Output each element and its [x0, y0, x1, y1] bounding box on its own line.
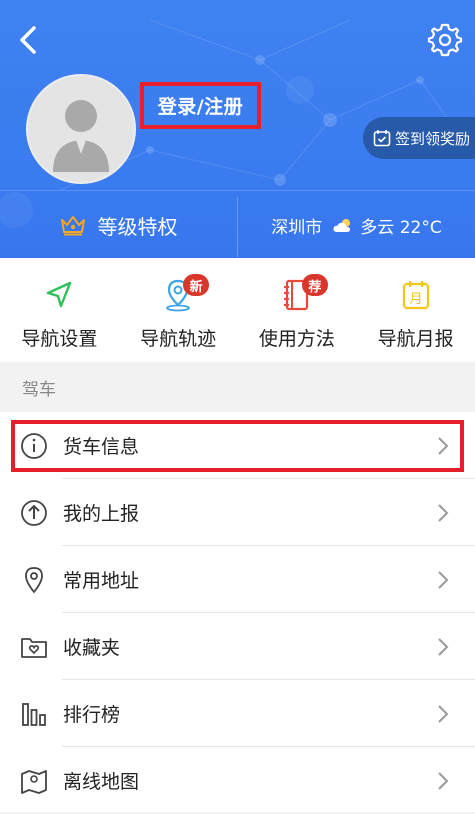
section-title-driving: 驾车	[0, 362, 475, 412]
driving-menu-list: 货车信息 我的上报 常用地址 收藏夹 排行榜 离线地图	[0, 412, 475, 812]
user-silhouette-icon	[53, 100, 109, 172]
header-info-bar: 等级特权 深圳市 多云 22°C	[0, 190, 475, 258]
quick-action-monthly-report[interactable]: 月 导航月报	[356, 258, 475, 362]
quick-action-label: 导航设置	[21, 328, 98, 350]
chevron-right-icon	[438, 437, 449, 455]
back-button[interactable]	[12, 22, 46, 58]
offline-map-icon	[21, 769, 47, 794]
quick-icon-wrap	[42, 278, 76, 312]
crown-icon	[60, 216, 85, 236]
profile-header: 登录/注册 签到领奖励 等级特权 深圳市 多云 22°C	[0, 0, 475, 258]
back-arrow-icon	[20, 26, 36, 54]
menu-item-label: 排行榜	[63, 704, 121, 726]
calendar-icon: 月	[402, 281, 429, 310]
menu-item-my-reports[interactable]: 我的上报	[0, 479, 475, 546]
chevron-right-icon	[438, 705, 449, 723]
checkin-reward-button[interactable]: 签到领奖励	[363, 117, 475, 159]
quick-icon-wrap: 荐	[280, 274, 328, 312]
new-badge: 新	[183, 274, 210, 296]
checkin-reward-label: 签到领奖励	[395, 129, 471, 148]
quick-action-label: 使用方法	[258, 328, 335, 350]
menu-item-label: 常用地址	[63, 570, 140, 592]
quick-action-label: 导航月报	[377, 328, 454, 350]
upload-arrow-icon	[21, 499, 47, 526]
weather-label: 多云 22°C	[360, 217, 442, 238]
menu-item-truck-info[interactable]: 货车信息	[0, 412, 475, 479]
map-pin-icon	[25, 566, 43, 593]
quick-action-label: 导航轨迹	[140, 328, 217, 350]
recommended-badge: 荐	[301, 274, 328, 296]
cloudy-icon	[333, 219, 351, 232]
info-circle-icon	[21, 432, 47, 459]
city-label: 深圳市	[271, 217, 323, 238]
menu-item-favorites[interactable]: 收藏夹	[0, 613, 475, 680]
gear-icon	[427, 23, 463, 57]
vip-privileges-button[interactable]: 等级特权	[0, 191, 237, 258]
avatar[interactable]	[26, 74, 136, 184]
ranking-bars-icon	[22, 702, 46, 726]
settings-button[interactable]	[425, 20, 465, 60]
quick-icon-wrap: 月	[399, 278, 433, 312]
quick-action-usage-guide[interactable]: 荐 使用方法	[238, 258, 357, 362]
quick-action-nav-settings[interactable]: 导航设置	[0, 258, 119, 362]
quick-icon-wrap: 新	[161, 274, 210, 312]
menu-item-label: 我的上报	[63, 503, 140, 525]
weather-widget[interactable]: 深圳市 多云 22°C	[238, 191, 475, 258]
login-register-button[interactable]: 登录/注册	[140, 82, 261, 129]
navigation-arrow-icon	[47, 281, 72, 308]
svg-text:月: 月	[409, 292, 422, 307]
chevron-right-icon	[438, 504, 449, 522]
menu-item-label: 离线地图	[63, 771, 140, 793]
login-register-label: 登录/注册	[157, 96, 244, 118]
calendar-check-icon	[373, 130, 391, 147]
quick-action-nav-track[interactable]: 新 导航轨迹	[119, 258, 238, 362]
menu-item-frequent-addresses[interactable]: 常用地址	[0, 546, 475, 613]
chevron-right-icon	[438, 772, 449, 790]
chevron-right-icon	[438, 638, 449, 656]
menu-item-label: 收藏夹	[63, 637, 121, 659]
menu-item-label: 货车信息	[63, 436, 140, 458]
menu-item-leaderboard[interactable]: 排行榜	[0, 680, 475, 747]
vip-privileges-label: 等级特权	[97, 214, 178, 239]
quick-actions-bar: 导航设置 新 导航轨迹 荐 使用方法 月 导航月报	[0, 258, 475, 362]
favorites-folder-icon	[21, 637, 47, 658]
chevron-right-icon	[438, 571, 449, 589]
menu-item-offline-map[interactable]: 离线地图	[0, 747, 475, 814]
